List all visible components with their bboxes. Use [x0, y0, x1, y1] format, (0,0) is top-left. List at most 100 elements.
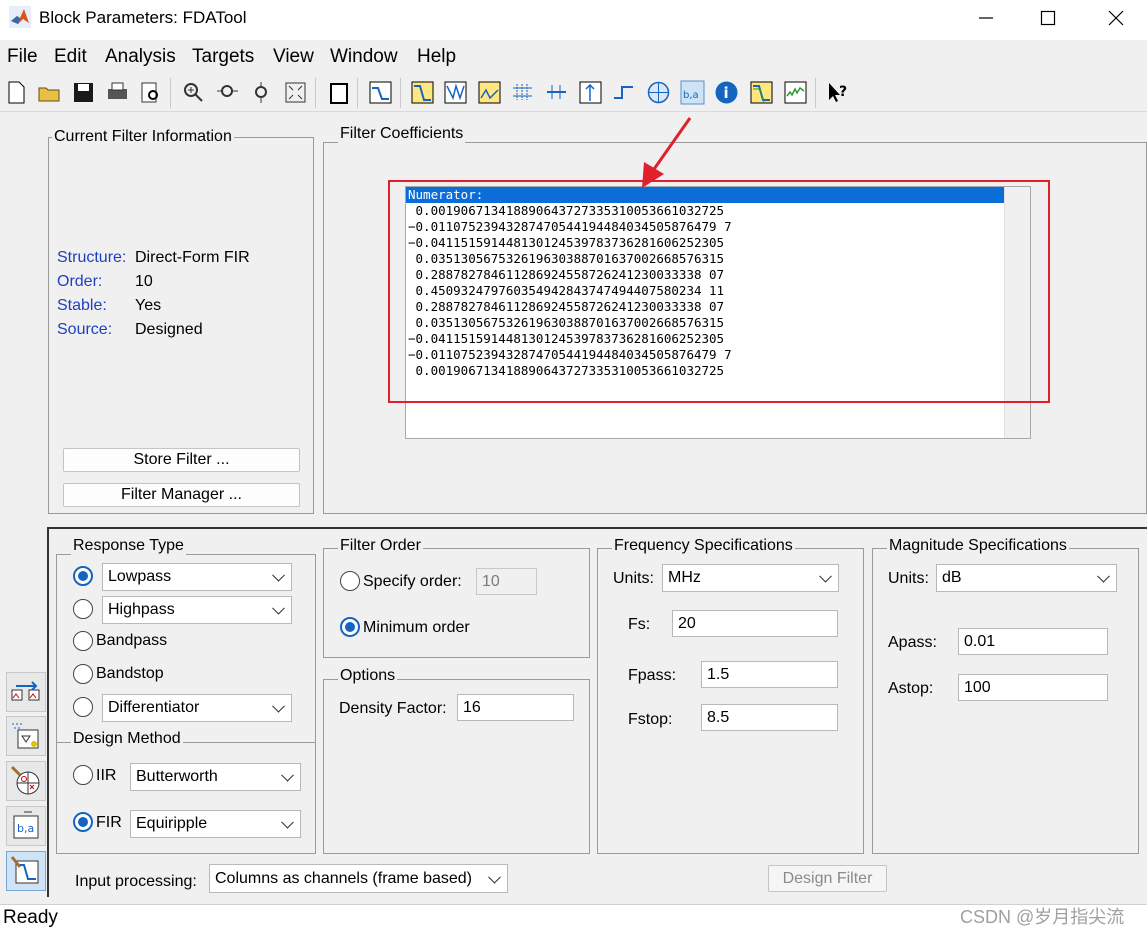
input-processing-value: Columns as channels (frame based): [215, 869, 473, 887]
window-title: Block Parameters: FDATool: [39, 8, 247, 27]
minimum-order-label: Minimum order: [363, 619, 470, 636]
input-processing-dropdown[interactable]: Columns as channels (frame based): [209, 864, 508, 893]
close-button[interactable]: [1085, 0, 1147, 36]
filter-info-icon: i: [715, 81, 737, 103]
mag-phase-button[interactable]: [476, 79, 502, 105]
minimize-button[interactable]: [955, 0, 1017, 36]
whats-this-button[interactable]: ?: [825, 79, 851, 105]
fir-radio[interactable]: [73, 812, 93, 832]
specify-order-radio[interactable]: [340, 571, 360, 591]
highpass-radio[interactable]: [73, 599, 93, 619]
differentiator-radio[interactable]: [73, 697, 93, 717]
zoom-x-button[interactable]: [214, 79, 240, 105]
lowpass-value: Lowpass: [108, 568, 172, 585]
menu-analysis[interactable]: Analysis: [105, 46, 176, 68]
highpass-dropdown[interactable]: Highpass: [102, 596, 292, 624]
bandpass-radio[interactable]: [73, 631, 93, 651]
iir-radio[interactable]: [73, 765, 93, 785]
chevron-down-icon: [488, 870, 501, 884]
menu-help[interactable]: Help: [417, 46, 456, 68]
fstop-input[interactable]: 8.5: [701, 704, 838, 731]
frequency-specs-panel: [597, 548, 864, 854]
minimize-icon: [979, 17, 993, 19]
current-filter-label: Current Filter Information: [52, 128, 234, 146]
toolbar-separator: [170, 78, 171, 108]
create-multirate-button[interactable]: [6, 716, 46, 756]
group-delay-button[interactable]: [509, 79, 535, 105]
filter-specs-button[interactable]: [367, 79, 393, 105]
fpass-input[interactable]: 1.5: [701, 661, 838, 688]
phase-response-button[interactable]: [442, 79, 468, 105]
fs-input[interactable]: 20: [672, 610, 838, 637]
menu-targets[interactable]: Targets: [192, 46, 254, 68]
full-view-button[interactable]: [282, 79, 308, 105]
lowpass-dropdown[interactable]: Lowpass: [102, 563, 292, 591]
toolbar-separator: [315, 78, 316, 108]
mag-units-dropdown[interactable]: dB: [936, 564, 1117, 592]
menu-view[interactable]: View: [273, 46, 314, 68]
specify-order-input[interactable]: 10: [476, 568, 537, 595]
magnitude-response-icon: [411, 81, 433, 103]
astop-input[interactable]: 100: [958, 674, 1108, 701]
round-off-noise-button[interactable]: [782, 79, 808, 105]
transform-filter-button[interactable]: [6, 672, 46, 712]
pole-zero-editor-button[interactable]: [6, 761, 46, 801]
zoom-y-button[interactable]: [248, 79, 274, 105]
filter-coefficients-icon: b,a: [680, 80, 704, 104]
design-filter-mode-button[interactable]: [6, 851, 46, 891]
zoom-in-icon: [183, 82, 203, 102]
menu-edit[interactable]: Edit: [54, 46, 87, 68]
print-icon: [107, 82, 127, 99]
fir-method-dropdown[interactable]: Equiripple: [130, 810, 301, 838]
stable-label: Stable:: [57, 297, 107, 314]
order-label: Order:: [57, 273, 103, 290]
store-filter-button[interactable]: Store Filter ...: [63, 448, 300, 472]
new-button[interactable]: [3, 79, 29, 105]
lowpass-radio[interactable]: [73, 566, 93, 586]
freq-units-dropdown[interactable]: MHz: [662, 564, 839, 592]
import-filter-icon: b,a: [13, 811, 39, 839]
specify-order-label: Specify order:: [363, 573, 462, 590]
filter-manager-button[interactable]: Filter Manager ...: [63, 483, 300, 507]
filter-info-button[interactable]: i: [713, 79, 739, 105]
close-icon: [1108, 10, 1124, 26]
chevron-down-icon: [281, 768, 294, 782]
iir-label: IIR: [96, 767, 117, 784]
density-factor-input[interactable]: 16: [457, 694, 574, 721]
save-button[interactable]: [70, 79, 96, 105]
filter-coefficients-button[interactable]: b,a: [679, 79, 705, 105]
open-button[interactable]: [36, 79, 62, 105]
phase-response-icon: [444, 81, 466, 103]
import-filter-button[interactable]: b,a: [6, 806, 46, 846]
source-value: Designed: [135, 321, 203, 338]
menu-window[interactable]: Window: [330, 46, 398, 68]
phase-delay-button[interactable]: [543, 79, 569, 105]
differentiator-dropdown[interactable]: Differentiator: [102, 694, 292, 722]
multirate-icon: [12, 723, 39, 749]
open-icon: [38, 87, 59, 101]
new-window-button[interactable]: [325, 79, 351, 105]
chevron-down-icon: [281, 815, 294, 829]
pole-zero-button[interactable]: [645, 79, 671, 105]
apass-input[interactable]: 0.01: [958, 628, 1108, 655]
pole-zero-icon: [647, 81, 669, 103]
mag-units-value: dB: [942, 569, 962, 586]
iir-method-dropdown[interactable]: Butterworth: [130, 763, 301, 791]
minimum-order-radio[interactable]: [340, 617, 360, 637]
print-button[interactable]: [104, 79, 130, 105]
magnitude-estimate-button[interactable]: [748, 79, 774, 105]
pole-zero-editor-icon: [10, 765, 40, 795]
bandstop-radio[interactable]: [73, 664, 93, 684]
chevron-down-icon: [272, 601, 285, 615]
print-preview-button[interactable]: [137, 79, 163, 105]
watermark-text: CSDN @岁月指尖流: [960, 907, 1125, 927]
bandpass-label: Bandpass: [96, 632, 168, 649]
impulse-response-button[interactable]: [577, 79, 603, 105]
magnitude-specs-label: Magnitude Specifications: [887, 537, 1069, 555]
maximize-button[interactable]: [1017, 0, 1079, 36]
magnitude-response-button[interactable]: [409, 79, 435, 105]
zoom-in-button[interactable]: [180, 79, 206, 105]
menu-file[interactable]: File: [7, 46, 38, 68]
step-response-button[interactable]: [610, 79, 636, 105]
design-filter-button[interactable]: Design Filter: [768, 865, 887, 892]
